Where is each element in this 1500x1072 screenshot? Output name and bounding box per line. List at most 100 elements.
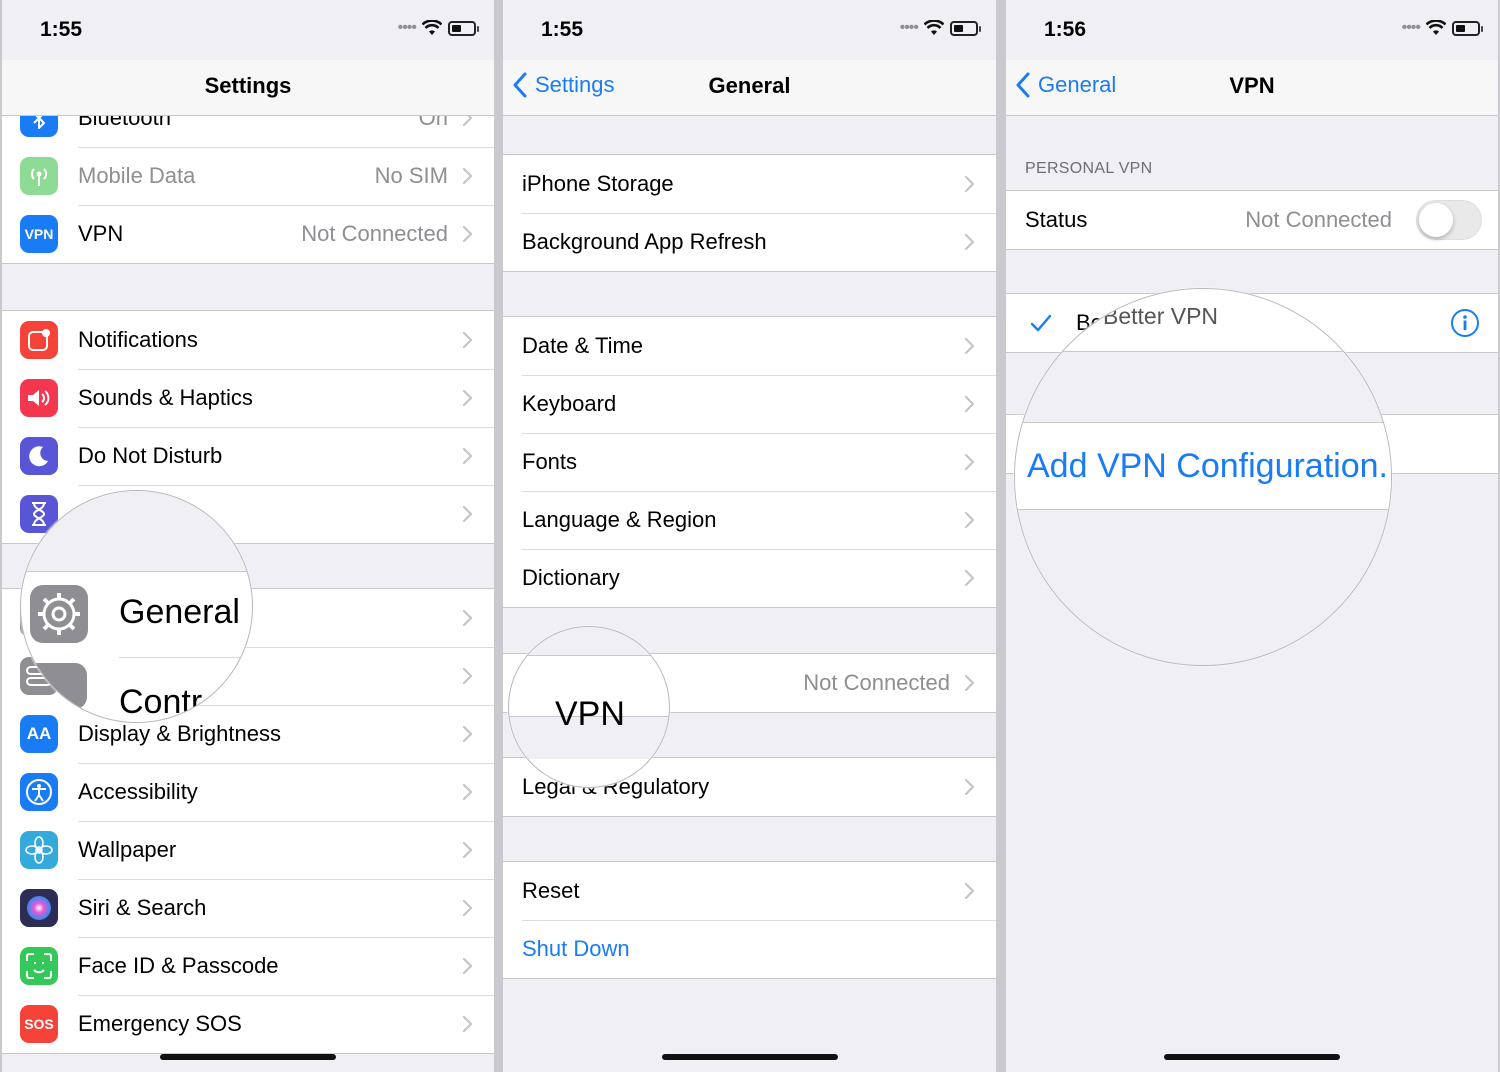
settings-item-label: Do Not Disturb [78, 443, 223, 468]
general-item-label: Date & Time [522, 333, 644, 358]
chevron-right-icon [462, 783, 473, 801]
settings-item-mobile-data[interactable]: Mobile Data No SIM [2, 147, 494, 205]
status-time: 1:56 [1044, 18, 1087, 41]
status-time: 1:55 [40, 18, 83, 41]
home-indicator[interactable] [160, 1054, 336, 1060]
back-label: General [1038, 72, 1117, 97]
reset-label: Reset [522, 878, 580, 903]
home-indicator[interactable] [1164, 1054, 1340, 1060]
status-bar: 1:55 •••• [503, 0, 996, 60]
general-item-fonts[interactable]: Fonts [503, 433, 996, 491]
settings-item-accessibility[interactable]: Accessibility [2, 763, 494, 821]
general-item-label: Dictionary [522, 565, 620, 590]
chevron-right-icon [462, 331, 473, 349]
speaker-icon [20, 379, 58, 417]
battery-icon [1452, 20, 1483, 36]
vpn-toggle[interactable] [1416, 200, 1482, 240]
notifications-icon [20, 321, 58, 359]
chevron-right-icon [462, 899, 473, 917]
settings-item-sounds-haptics[interactable]: Sounds & Haptics [2, 369, 494, 427]
vpn-status-group: Status Not Connected [1006, 190, 1498, 250]
chevron-right-icon [964, 778, 975, 796]
chevron-right-icon [964, 511, 975, 529]
status-time: 1:55 [541, 18, 584, 41]
general-item-date-time[interactable]: Date & Time [503, 317, 996, 375]
signal-icon: •••• [899, 19, 919, 36]
chevron-right-icon [964, 337, 975, 355]
settings-screen: 1:55 •••• Settings Bluetooth On Mobile Dat… [2, 0, 494, 1072]
back-button[interactable]: Settings [513, 72, 615, 98]
settings-item-label: Sounds & Haptics [78, 385, 253, 410]
page-title: Settings [204, 73, 292, 98]
nav-bar: VPN General [1006, 60, 1498, 116]
settings-item-wallpaper[interactable]: Wallpaper [2, 821, 494, 879]
signal-icon: •••• [397, 19, 417, 36]
section-header-personal-vpn: PERSONAL VPN [1025, 160, 1153, 177]
settings-item-notifications[interactable]: Notifications [2, 311, 494, 369]
general-item-label: iPhone Storage [522, 171, 674, 196]
chevron-right-icon [964, 233, 975, 251]
back-button[interactable]: General [1016, 72, 1116, 98]
siri-icon [20, 889, 58, 927]
accessibility-icon [20, 773, 58, 811]
general-item-label: Fonts [522, 449, 578, 474]
antenna-icon [20, 157, 58, 195]
general-screen: 1:55 •••• General Settings iPhone Storag… [503, 0, 996, 1072]
chevron-right-icon [964, 569, 975, 587]
magnifier-add-vpn: Better VPN Add VPN Configuration. [1014, 288, 1392, 666]
wifi-icon [422, 20, 442, 35]
battery-icon [448, 20, 479, 36]
reset-row[interactable]: Reset [503, 862, 996, 920]
chevron-right-icon [462, 167, 473, 185]
magnifier-general: General Contr [20, 490, 253, 723]
vpn-icon: VPN [20, 215, 58, 253]
settings-item-siri-search[interactable]: Siri & Search [2, 879, 494, 937]
chevron-right-icon [462, 447, 473, 465]
chevron-right-icon [462, 841, 473, 859]
general-item-keyboard[interactable]: Keyboard [503, 375, 996, 433]
vpn-config-name: Better VPN [1103, 303, 1219, 329]
settings-item-face-id-passcode[interactable]: Face ID & Passcode [2, 937, 494, 995]
wifi-icon [924, 20, 944, 35]
chevron-left-icon [513, 72, 527, 98]
home-indicator[interactable] [661, 1054, 838, 1060]
chevron-left-icon [1016, 72, 1030, 98]
settings-item-label: Mobile Data [78, 163, 196, 188]
control-label-magnified[interactable]: Contr [119, 683, 202, 722]
info-icon[interactable] [1450, 308, 1480, 338]
general-item-language-region[interactable]: Language & Region [503, 491, 996, 549]
settings-item-label: Face ID & Passcode [78, 953, 279, 978]
vpn-status-value: Not Connected [803, 670, 950, 695]
general-group-storage: iPhone Storage Background App Refresh [503, 154, 996, 272]
general-group-reset: Reset Shut Down [503, 861, 996, 979]
general-group-locale: Date & Time Keyboard Fonts Language & Regio… [503, 316, 996, 608]
chevron-right-icon [462, 1015, 473, 1033]
vpn-label-magnified[interactable]: VPN [555, 695, 625, 734]
chevron-right-icon [462, 957, 473, 975]
add-vpn-configuration-link[interactable]: Add VPN Configuration. [1027, 447, 1388, 486]
signal-icon: •••• [1401, 19, 1421, 36]
settings-item-label: Accessibility [78, 779, 198, 804]
settings-item-display-brightness[interactable]: AA Display & Brightness [2, 705, 494, 763]
settings-item-do-not-disturb[interactable]: Do Not Disturb [2, 427, 494, 485]
wifi-icon [1426, 20, 1446, 35]
general-item-iphone-storage[interactable]: iPhone Storage [503, 155, 996, 213]
status-row: Status Not Connected [1006, 191, 1498, 249]
chevron-right-icon [964, 882, 975, 900]
status-bar: 1:56 •••• [1006, 0, 1498, 60]
magnifier-vpn: VPN [508, 626, 670, 788]
chevron-right-icon [462, 667, 473, 685]
settings-item-label: Wallpaper [78, 837, 177, 862]
chevron-right-icon [462, 505, 473, 523]
general-item-dictionary[interactable]: Dictionary [503, 549, 996, 607]
face-id-icon [20, 947, 58, 985]
settings-item-vpn[interactable]: VPN VPN Not Connected [2, 205, 494, 263]
shut-down-row[interactable]: Shut Down [503, 920, 996, 978]
settings-item-label: VPN [78, 221, 124, 246]
shut-down-label: Shut Down [522, 936, 630, 961]
chevron-right-icon [964, 453, 975, 471]
general-label-magnified[interactable]: General [119, 593, 240, 632]
settings-item-emergency-sos[interactable]: SOS Emergency SOS [2, 995, 494, 1053]
status-value: Not Connected [1245, 207, 1392, 232]
general-item-background-app-refresh[interactable]: Background App Refresh [503, 213, 996, 271]
